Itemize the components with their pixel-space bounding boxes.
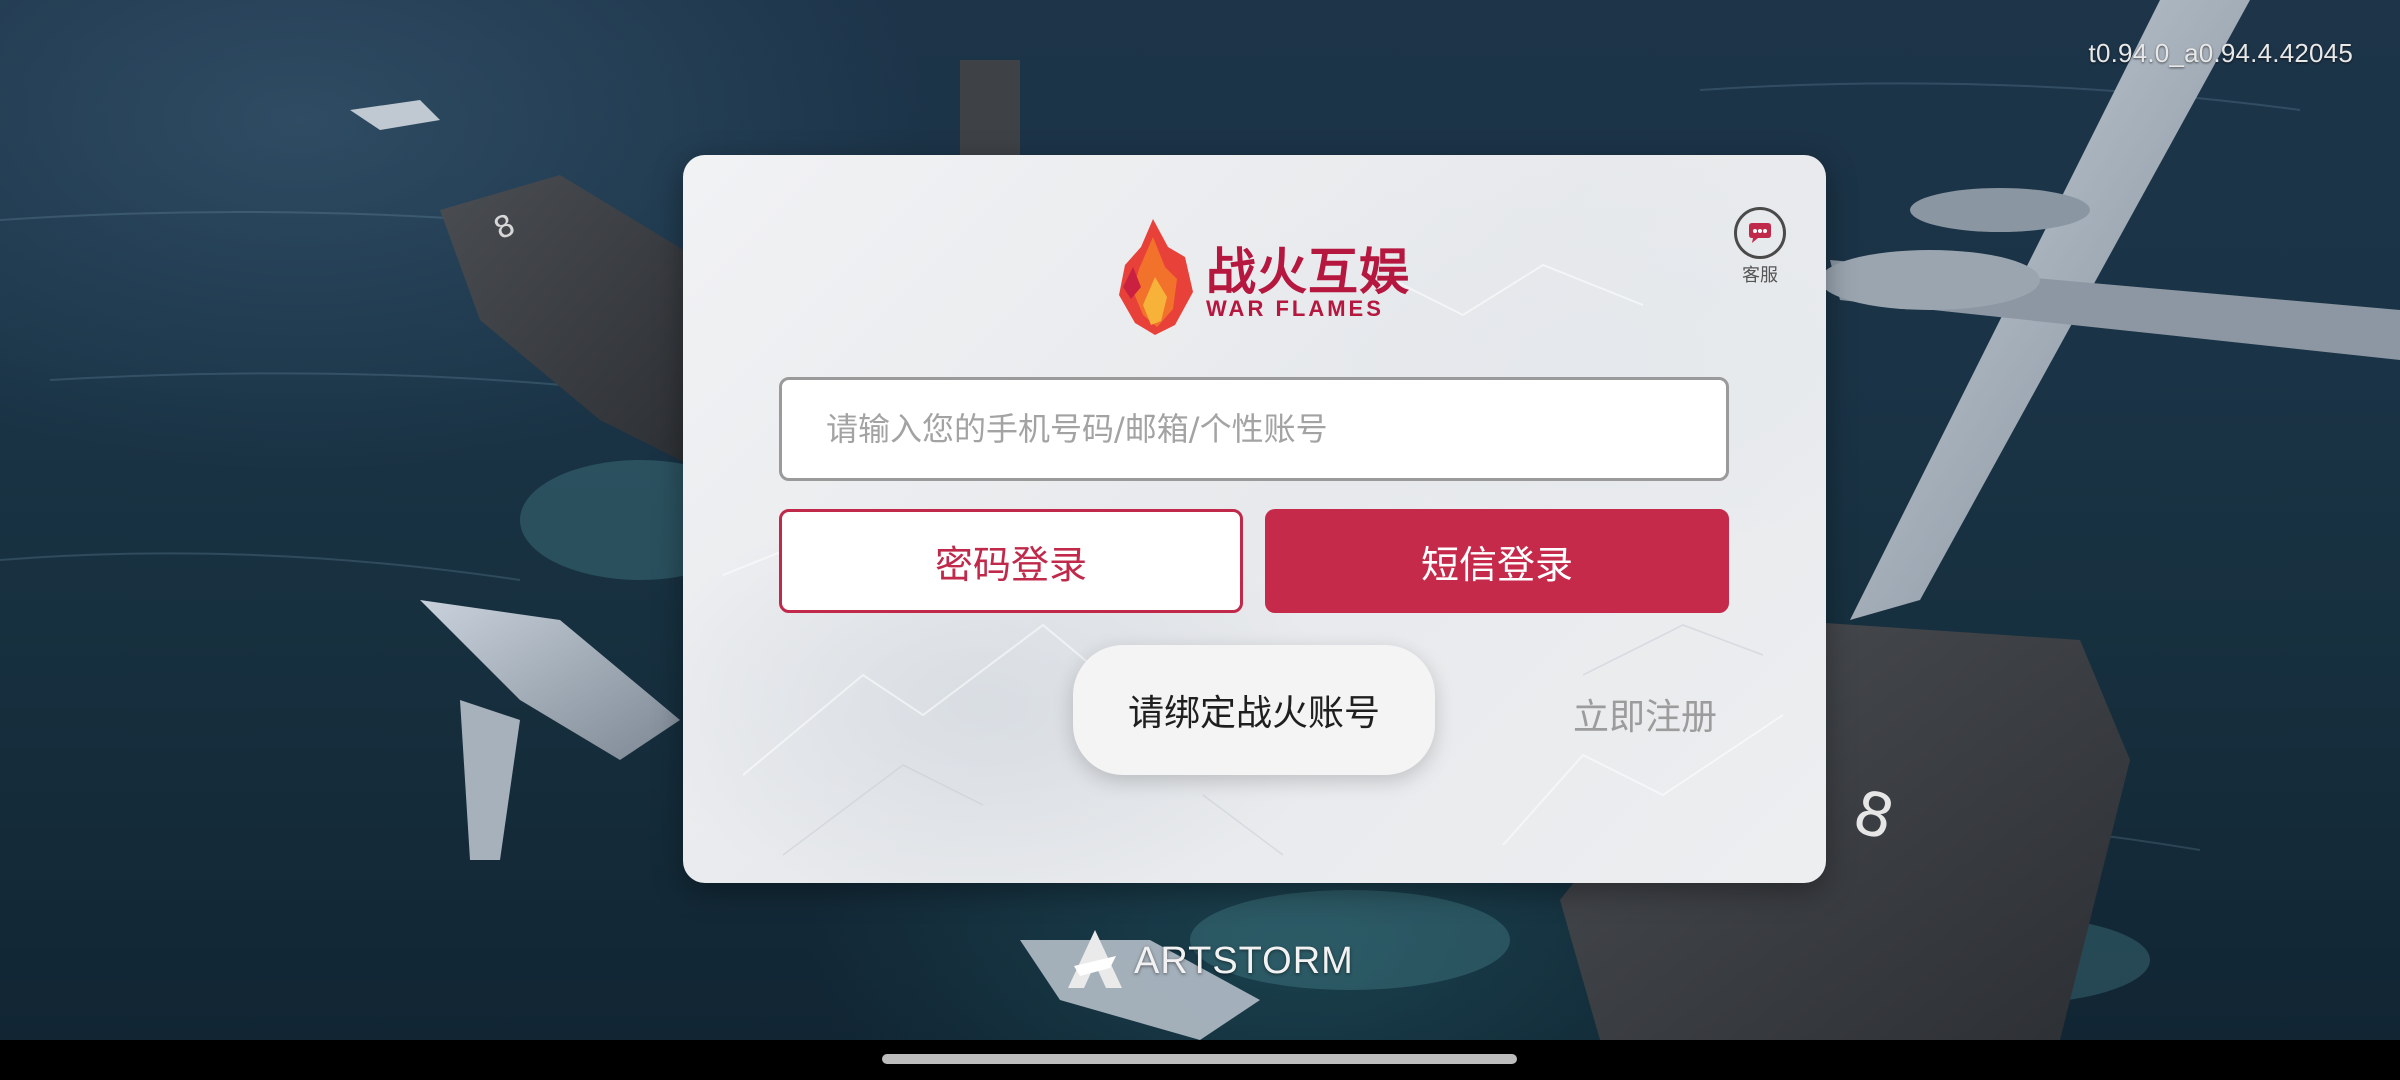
password-login-button[interactable]: 密码登录 [779,509,1243,613]
account-input[interactable] [779,377,1729,481]
flame-logo-icon [1119,219,1193,335]
artstorm-brand-name: ARTSTORM [1134,939,1354,982]
logo-english-name: WAR FLAMES [1206,296,1384,321]
logo-chinese-name: 战火互娱 [1206,243,1410,301]
game-login-screen: 8 8 t0.94.0_a0.94.4.42045 战火互娱 WAR FLAME… [0,0,2400,1080]
sms-login-button[interactable]: 短信登录 [1265,509,1729,613]
customer-service-label: 客服 [1742,265,1778,286]
artstorm-brand: ARTSTORM [1060,926,1354,996]
toast-message: 请绑定战火账号 [1073,645,1435,775]
artstorm-logo-icon [1068,930,1122,988]
home-indicator[interactable] [882,1054,1517,1064]
customer-service-icon [1734,207,1786,259]
register-link[interactable]: 立即注册 [1573,688,1717,740]
customer-service-button[interactable]: 客服 [1729,207,1791,287]
version-label: t0.94.0_a0.94.4.42045 [2088,38,2353,68]
